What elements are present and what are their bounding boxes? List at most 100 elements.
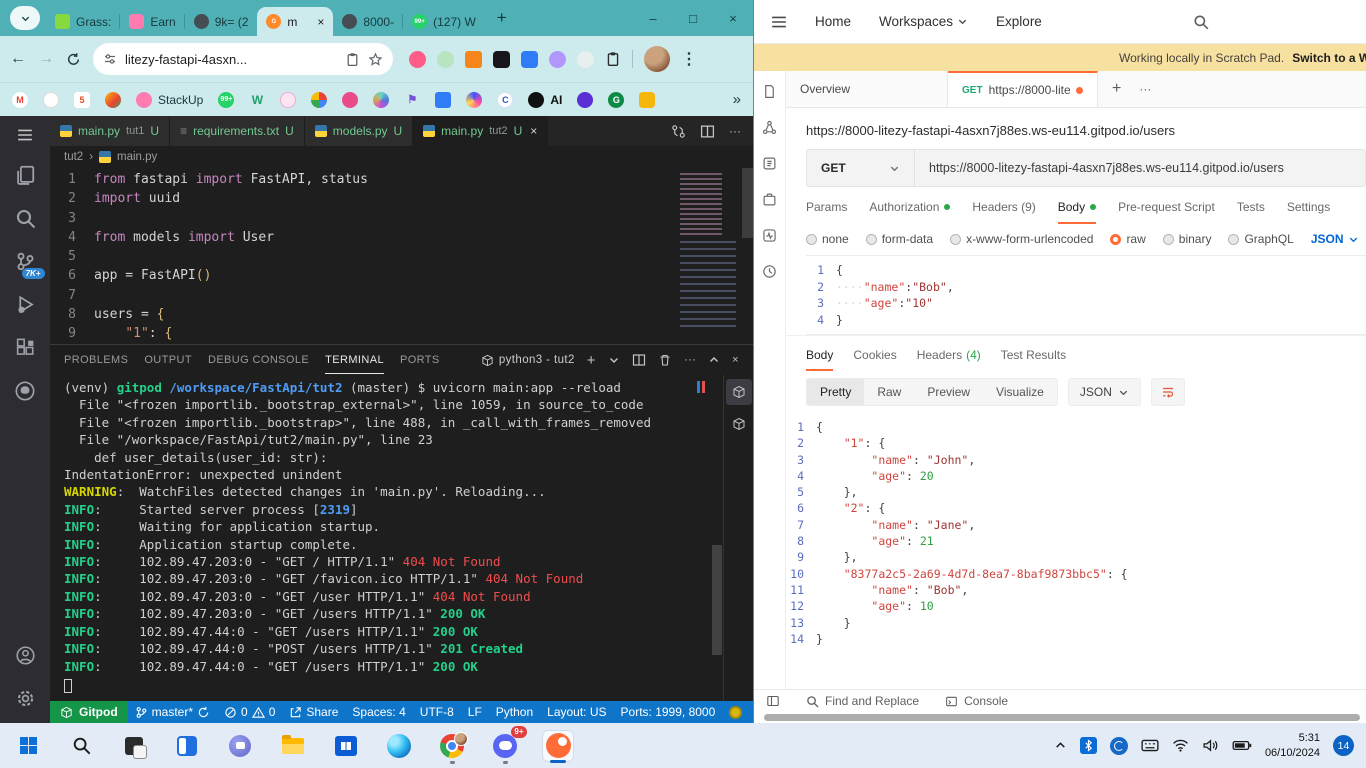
raw-view-button[interactable]: Raw (864, 379, 914, 405)
tab-debug-console[interactable]: DEBUG CONSOLE (208, 354, 309, 366)
browser-tab-8000[interactable]: 8000- (333, 7, 404, 36)
react-bookmark[interactable] (280, 91, 297, 108)
close-button[interactable]: × (713, 7, 753, 30)
tab-close-icon[interactable]: × (530, 124, 537, 138)
response-headers-tab[interactable]: Headers (4) (917, 348, 981, 362)
bookmark-star-icon[interactable] (368, 52, 383, 67)
collections-icon[interactable] (762, 84, 777, 99)
browser-tab-whatsapp[interactable]: 99+ (127) W (403, 7, 485, 36)
browser-tab-grass[interactable]: Grass: (46, 7, 121, 36)
split-editor-icon[interactable] (700, 124, 715, 139)
notification-count-badge[interactable]: 14 (1333, 735, 1354, 756)
tray-overflow-chevron[interactable] (1054, 739, 1067, 752)
split-terminal-icon[interactable] (632, 353, 646, 367)
touch-keyboard-icon[interactable] (1141, 739, 1159, 752)
panel-more-icon[interactable]: ··· (684, 354, 696, 366)
new-tab-button[interactable]: + (485, 8, 519, 28)
editor-tab-models[interactable]: models.py U (304, 116, 414, 146)
minimap[interactable] (678, 171, 740, 331)
new-request-tab-button[interactable]: + (1112, 80, 1121, 98)
browser-tab-9k[interactable]: 9k= (2 (185, 7, 258, 36)
gitpod-status-item[interactable]: Gitpod (50, 701, 128, 723)
share-status-item[interactable]: Share (282, 705, 345, 719)
dots-extension-icon[interactable] (493, 50, 510, 68)
tab-problems[interactable]: PROBLEMS (64, 354, 128, 366)
response-body-viewer[interactable]: 1{2 "1": {3 "name": "John", 4 "age": 20 5 … (786, 414, 1366, 689)
tab-terminal[interactable]: TERMINAL (325, 354, 384, 374)
source-control-icon[interactable]: 7K+ (15, 251, 45, 279)
headers-tab[interactable]: Headers (9) (972, 200, 1035, 214)
google-bookmark[interactable] (311, 91, 328, 108)
terminal-instance-label[interactable]: python3 - tut2 (481, 354, 575, 367)
task-view-icon[interactable] (119, 731, 149, 761)
find-and-replace-button[interactable]: Find and Replace (806, 694, 919, 708)
apis-icon[interactable] (762, 120, 777, 135)
extensions-puzzle-icon[interactable] (605, 51, 621, 67)
metamask-extension-icon[interactable] (465, 50, 482, 68)
run-debug-icon[interactable] (15, 294, 36, 315)
yellow-bookmark[interactable] (639, 91, 656, 108)
phone-bookmark[interactable] (43, 91, 59, 108)
profile-avatar[interactable] (644, 46, 670, 72)
tab-close-icon[interactable]: × (317, 15, 324, 29)
terminal-scrollbar[interactable] (712, 545, 722, 655)
html5-bookmark[interactable]: 5 (74, 91, 90, 108)
response-cookies-tab[interactable]: Cookies (853, 348, 896, 362)
pale-extension-icon[interactable] (577, 50, 594, 68)
application-menu-icon[interactable] (17, 128, 33, 142)
controller-bookmark[interactable] (577, 91, 594, 108)
wifi-icon[interactable] (1172, 739, 1189, 752)
mode-graphql[interactable]: GraphQL (1228, 232, 1294, 246)
c-bookmark[interactable]: C (497, 91, 514, 108)
raw-language-select[interactable]: JSON (1311, 232, 1359, 246)
address-text[interactable]: litezy-fastapi-4asxn... (125, 52, 337, 67)
swirl-bookmark[interactable] (373, 91, 390, 108)
reload-button[interactable] (66, 52, 81, 67)
pre-request-tab[interactable]: Pre-request Script (1118, 200, 1215, 214)
whatsapp-bookmark[interactable]: 99+ (218, 91, 235, 108)
pen-extension-icon[interactable] (409, 50, 426, 68)
explorer-icon[interactable] (14, 164, 36, 186)
tests-tab[interactable]: Tests (1237, 200, 1265, 214)
accounts-icon[interactable] (15, 645, 36, 666)
mode-binary[interactable]: binary (1162, 232, 1211, 246)
clipboard-icon[interactable] (345, 52, 360, 67)
watch-status-icon[interactable] (722, 705, 749, 719)
teams-chat-icon[interactable] (225, 731, 255, 761)
edge-icon[interactable] (384, 731, 414, 761)
settings-tab[interactable]: Settings (1287, 200, 1330, 214)
bookmarks-overflow-icon[interactable]: » (733, 91, 741, 108)
mode-none[interactable]: none (806, 232, 849, 246)
postman-menu-icon[interactable] (771, 15, 787, 29)
horizontal-scrollbar[interactable] (764, 714, 1360, 721)
back-button[interactable]: ← (10, 50, 26, 68)
editor-tab-main-tut2[interactable]: main.py tut2 U × (413, 116, 549, 146)
docs-bookmark[interactable] (435, 91, 452, 108)
layout-status[interactable]: Layout: US (540, 705, 613, 719)
tab-search-button[interactable] (10, 6, 40, 30)
terminal-output[interactable]: (venv) gitpod /workspace/FastApi/tut2 (m… (50, 375, 723, 701)
ports-status[interactable]: Ports: 1999, 8000 (614, 705, 723, 719)
taskbar-search-icon[interactable] (66, 731, 96, 761)
params-tab[interactable]: Params (806, 200, 847, 214)
problems-status-item[interactable]: 00 (217, 705, 282, 719)
collapse-sidebar-icon[interactable] (766, 694, 780, 708)
ai-bookmark-label[interactable]: AI (550, 93, 562, 107)
new-terminal-icon[interactable]: + (587, 352, 596, 369)
nav-home[interactable]: Home (815, 14, 851, 29)
kill-terminal-icon[interactable] (658, 353, 672, 367)
editor-scrollbar[interactable] (742, 168, 753, 238)
request-body-editor[interactable]: 1{2 ···· "name": "Bob", 3 ···· "age": "10" 4} (806, 255, 1366, 335)
request-tab-active[interactable]: GEThttps://8000-litezy-fas (948, 71, 1098, 107)
s-swirl-bookmark[interactable] (466, 91, 483, 108)
body-tab[interactable]: Body (1057, 200, 1097, 224)
wrap-lines-button[interactable] (1150, 378, 1185, 406)
tab-ports[interactable]: PORTS (400, 354, 440, 366)
indent-status[interactable]: Spaces: 4 (345, 705, 412, 719)
stackup-bookmark-icon[interactable] (136, 91, 152, 108)
nav-explore[interactable]: Explore (996, 14, 1042, 29)
method-select[interactable]: GET (807, 150, 915, 186)
w3-bookmark[interactable]: W (249, 92, 265, 108)
grass-tray-icon[interactable] (1109, 736, 1128, 755)
open-changes-icon[interactable] (671, 124, 686, 139)
